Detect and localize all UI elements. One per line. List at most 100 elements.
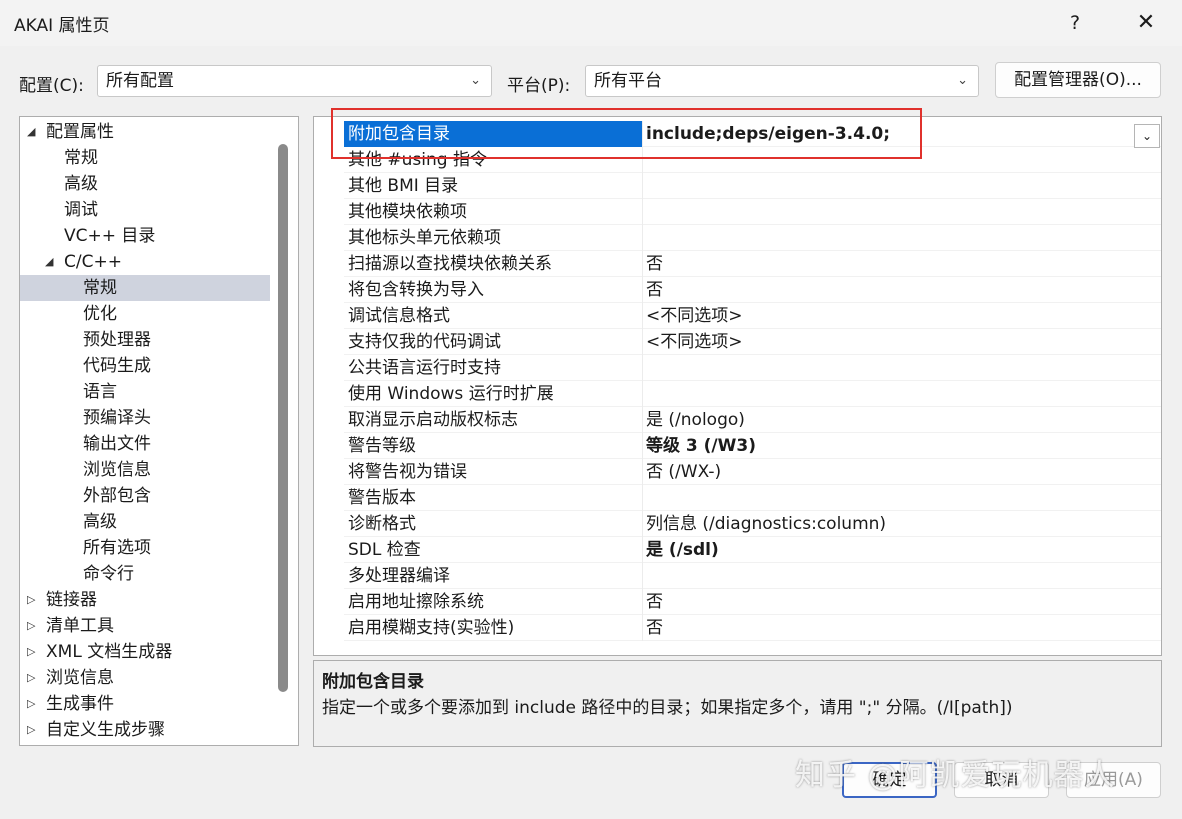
property-value[interactable]: 是 (/sdl) [646,537,719,563]
property-row[interactable]: 其他 BMI 目录 [344,173,1161,199]
property-row[interactable]: 警告等级 等级 3 (/W3) [344,433,1161,459]
tree-item[interactable]: 预处理器 [20,327,270,353]
platform-label: 平台(P): [507,76,571,96]
property-row[interactable]: 调试信息格式 <不同选项> [344,303,1161,329]
property-value[interactable]: 否 [646,251,663,277]
property-value[interactable]: 否 [646,615,663,641]
property-row[interactable]: 将包含转换为导入 否 [344,277,1161,303]
apply-button[interactable]: 应用(A) [1066,762,1161,798]
close-button[interactable]: ✕ [1128,6,1164,40]
platform-dropdown[interactable]: 所有平台 ⌄ [585,65,979,97]
property-row[interactable]: 取消显示启动版权标志 是 (/nologo) [344,407,1161,433]
property-row[interactable]: 使用 Windows 运行时扩展 [344,381,1161,407]
chevron-down-icon: ⌄ [957,73,968,88]
config-value: 所有配置 [106,71,174,91]
collapsed-arrow-icon[interactable]: ▷ [27,691,35,717]
tree-item-label: 配置属性 [46,122,114,142]
property-row[interactable]: 其他模块依赖项 [344,199,1161,225]
expanded-arrow-icon[interactable]: ◢ [27,119,35,145]
property-name: 其他模块依赖项 [348,202,467,222]
column-divider [642,303,643,329]
title-bar [0,0,1182,46]
property-value[interactable]: <不同选项> [646,303,743,329]
property-row[interactable]: 其他 #using 指令 [344,147,1161,173]
tree-item-label: VC++ 目录 [64,226,156,246]
ok-button[interactable]: 确定 [842,762,937,798]
collapsed-arrow-icon[interactable]: ▷ [27,639,35,665]
collapsed-arrow-icon[interactable]: ▷ [27,717,35,743]
expanded-arrow-icon[interactable]: ◢ [45,249,53,275]
config-dropdown[interactable]: 所有配置 ⌄ [97,65,492,97]
cancel-button[interactable]: 取消 [954,762,1049,798]
tree-item-label: 高级 [83,512,117,532]
column-divider [642,615,643,641]
property-value[interactable]: 是 (/nologo) [646,407,745,433]
tree-item[interactable]: ◢ 配置属性 [20,119,270,145]
column-divider [642,121,643,147]
property-row[interactable]: 附加包含目录 include;deps/eigen-3.4.0; ⌄ [344,121,1161,148]
tree-item-label: 命令行 [83,564,134,584]
collapsed-arrow-icon[interactable]: ▷ [27,587,35,613]
tree-item[interactable]: 输出文件 [20,431,270,457]
tree-item[interactable]: ▷ 清单工具 [20,613,270,639]
property-row[interactable]: 公共语言运行时支持 [344,355,1161,381]
property-value[interactable]: 列信息 (/diagnostics:column) [646,511,886,537]
property-name: 启用模糊支持(实验性) [348,618,515,638]
property-row[interactable]: 将警告视为错误 否 (/WX-) [344,459,1161,485]
tree-item[interactable]: 高级 [20,171,270,197]
tree-scrollbar[interactable] [278,144,288,692]
property-row[interactable]: SDL 检查 是 (/sdl) [344,537,1161,563]
column-divider [642,225,643,251]
collapsed-arrow-icon[interactable]: ▷ [27,665,35,691]
property-value[interactable]: 否 [646,589,663,615]
tree-item[interactable]: ▷ 链接器 [20,587,270,613]
tree-item[interactable]: 优化 [20,301,270,327]
property-row[interactable]: 启用模糊支持(实验性) 否 [344,615,1161,641]
column-divider [642,537,643,563]
tree-item-label: 代码生成 [83,356,151,376]
tree-item[interactable]: VC++ 目录 [20,223,270,249]
tree-item[interactable]: 代码生成 [20,353,270,379]
column-divider [642,173,643,199]
property-row[interactable]: 诊断格式 列信息 (/diagnostics:column) [344,511,1161,537]
tree-item-label: XML 文档生成器 [46,642,173,662]
chevron-down-icon[interactable]: ⌄ [1134,124,1160,148]
property-value[interactable]: 否 [646,277,663,303]
column-divider [642,277,643,303]
property-row[interactable]: 警告版本 [344,485,1161,511]
tree-item[interactable]: ▷ XML 文档生成器 [20,639,270,665]
property-row[interactable]: 支持仅我的代码调试 <不同选项> [344,329,1161,355]
help-button[interactable]: ? [1058,6,1092,40]
config-manager-button[interactable]: 配置管理器(O)... [995,62,1161,98]
property-name: 其他 #using 指令 [348,150,487,170]
tree-item-label: 自定义生成步骤 [46,720,165,740]
tree-item[interactable]: ▷ 生成事件 [20,691,270,717]
tree-item[interactable]: 浏览信息 [20,457,270,483]
tree-item[interactable]: ◢ C/C++ [20,249,270,275]
tree-item[interactable]: ▷ 浏览信息 [20,665,270,691]
property-value[interactable]: 等级 3 (/W3) [646,433,756,459]
property-row[interactable]: 多处理器编译 [344,563,1161,589]
property-row[interactable]: 扫描源以查找模块依赖关系 否 [344,251,1161,277]
tree-item[interactable]: 外部包含 [20,483,270,509]
tree-item[interactable]: 所有选项 [20,535,270,561]
column-divider [642,407,643,433]
property-name: 警告版本 [348,488,416,508]
column-divider [642,329,643,355]
tree-item[interactable]: 命令行 [20,561,270,587]
property-row[interactable]: 启用地址擦除系统 否 [344,589,1161,615]
property-value[interactable]: 否 (/WX-) [646,459,721,485]
tree-item-label: 预处理器 [83,330,151,350]
tree-item[interactable]: 高级 [20,509,270,535]
tree-item[interactable]: 常规 [20,275,270,301]
tree-item[interactable]: ▷ 自定义生成步骤 [20,717,270,743]
tree-item[interactable]: 语言 [20,379,270,405]
property-value[interactable]: <不同选项> [646,329,743,355]
collapsed-arrow-icon[interactable]: ▷ [27,613,35,639]
tree-item[interactable]: 预编译头 [20,405,270,431]
tree-item[interactable]: 调试 [20,197,270,223]
window-title: AKAI 属性页 [14,16,110,36]
property-value[interactable]: include;deps/eigen-3.4.0; [646,121,890,147]
property-row[interactable]: 其他标头单元依赖项 [344,225,1161,251]
tree-item[interactable]: 常规 [20,145,270,171]
